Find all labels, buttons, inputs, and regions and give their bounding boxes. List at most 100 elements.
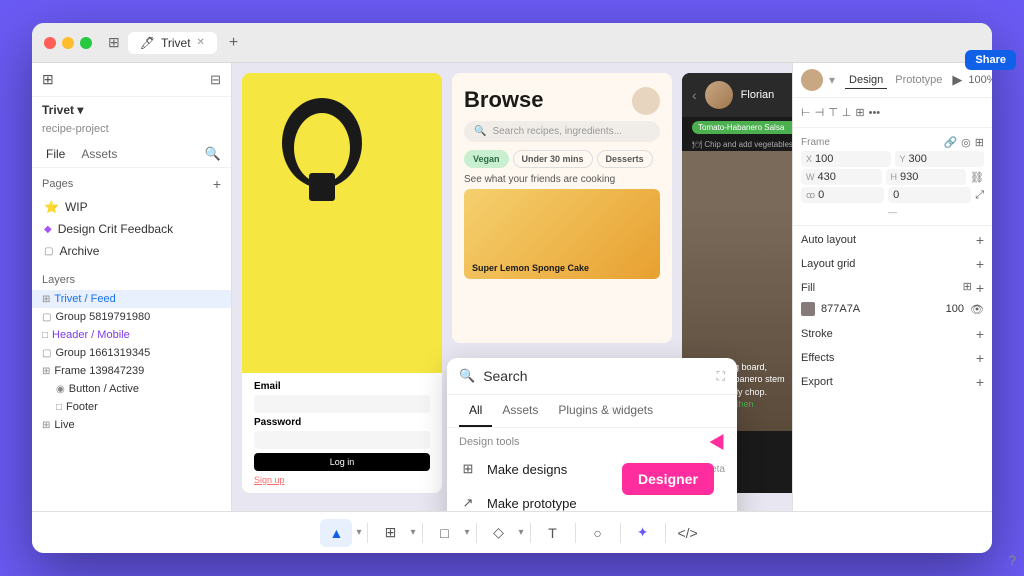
clip-icon[interactable]: ◎	[961, 136, 971, 149]
layer-button[interactable]: ◉ Button / Active	[32, 380, 231, 398]
add-effects-icon[interactable]: +	[976, 350, 984, 366]
group-icon: ▢	[42, 312, 51, 323]
more-icon[interactable]: •••	[869, 107, 881, 119]
fill-opacity[interactable]: 100	[946, 303, 964, 315]
add-stroke-icon[interactable]: +	[976, 326, 984, 342]
user-dropdown-icon[interactable]: ▾	[829, 73, 835, 87]
tool-select[interactable]: ▲	[320, 519, 352, 547]
page-item-wip[interactable]: ⭐ WIP	[38, 196, 225, 218]
tool-rect[interactable]: □	[429, 519, 461, 547]
share-button[interactable]: Share	[965, 63, 992, 70]
add-auto-layout-icon[interactable]: +	[976, 232, 984, 248]
search-text[interactable]: Search	[483, 368, 708, 384]
layer-label-live: Live	[54, 419, 74, 431]
traffic-lights	[44, 37, 92, 49]
browse-search[interactable]: 🔍 Search recipes, ingredients...	[464, 121, 660, 142]
new-tab-button[interactable]: +	[229, 34, 238, 52]
browser-tab[interactable]: 🖊 Trivet ✕	[128, 32, 217, 54]
layer-live[interactable]: ⊞ Live	[32, 416, 231, 434]
back-arrow-icon[interactable]: ‹	[692, 87, 697, 103]
x-input[interactable]: X 100	[801, 151, 891, 167]
email-input[interactable]	[254, 395, 430, 413]
password-input[interactable]	[254, 431, 430, 449]
login-button[interactable]: Log in	[254, 453, 430, 471]
close-button[interactable]	[44, 37, 56, 49]
frame-title-row: Frame 🔗 ◎ ⊞	[801, 136, 984, 149]
fill-color-swatch[interactable]	[801, 302, 815, 316]
fill-hex[interactable]: 877A7A	[821, 303, 940, 315]
collapse-icon[interactable]: ⊟	[210, 72, 221, 88]
separator-7	[665, 523, 666, 543]
group-icon-2: ▢	[42, 348, 51, 359]
r-input[interactable]: ꝏ 0	[801, 187, 884, 203]
play-icon[interactable]: ▶	[952, 72, 962, 88]
tool-text[interactable]: T	[537, 519, 569, 547]
canvas-area[interactable]: Join the world's largest community-power…	[232, 63, 792, 511]
signup-link[interactable]: Sign up	[254, 475, 430, 485]
frame-dropdown[interactable]: ▾	[410, 527, 415, 538]
filter-tab-plugins[interactable]: Plugins & widgets	[548, 395, 663, 427]
tool-vector[interactable]: ◇	[483, 519, 515, 547]
page-label-archive: Archive	[59, 244, 99, 258]
tab-assets[interactable]: Assets	[77, 145, 121, 163]
tool-frame[interactable]: ⊞	[374, 519, 406, 547]
h-input[interactable]: H 930	[886, 169, 967, 185]
maximize-button[interactable]	[80, 37, 92, 49]
align-top-icon[interactable]: ⊥	[842, 106, 852, 119]
tab-close-icon[interactable]: ✕	[197, 37, 205, 48]
tag-under30[interactable]: Under 30 mins	[513, 150, 593, 168]
page-item-design-crit[interactable]: ◆ Design Crit Feedback	[38, 218, 225, 240]
align-center-h-icon[interactable]: ⊣	[815, 106, 825, 119]
layer-trivet-feed[interactable]: ⊞ Trivet / Feed	[32, 290, 231, 308]
angle-input[interactable]: 0	[888, 187, 971, 203]
rect-dropdown[interactable]: ▾	[465, 527, 470, 538]
align-center-v-icon[interactable]: ⊞	[855, 106, 864, 119]
email-section: Email Password Log in Sign up	[242, 373, 442, 493]
page-item-archive[interactable]: ▢ Archive	[38, 240, 225, 262]
fill-label: Fill	[801, 282, 815, 294]
layer-header-mobile[interactable]: □ Header / Mobile	[32, 326, 231, 344]
tag-desserts[interactable]: Desserts	[597, 150, 653, 168]
layer-footer[interactable]: □ Footer	[32, 398, 231, 416]
lock-ratio-icon[interactable]: ⛓	[970, 171, 984, 184]
tab-file[interactable]: File	[42, 145, 69, 163]
filter-tab-assets[interactable]: Assets	[492, 395, 548, 427]
vector-dropdown[interactable]: ▾	[519, 527, 524, 538]
filter-tab-all[interactable]: All	[459, 395, 492, 427]
y-value: 300	[909, 153, 927, 165]
layer-group-2[interactable]: ▢ Group 1661319345	[32, 344, 231, 362]
eye-icon[interactable]: 👁	[970, 303, 984, 316]
tool-code[interactable]: </>	[672, 519, 704, 547]
fill-grid-icon[interactable]: ⊞	[963, 280, 972, 296]
add-fill-icon[interactable]: +	[976, 280, 984, 296]
tab-prototype[interactable]: Prototype	[891, 72, 946, 89]
align-right-icon[interactable]: ⊤	[828, 106, 838, 119]
tool-ellipse[interactable]: ○	[582, 519, 614, 547]
add-layout-grid-icon[interactable]: +	[976, 256, 984, 272]
h-value: 930	[900, 171, 918, 183]
angle-value: 0	[893, 189, 899, 201]
w-input[interactable]: W 430	[801, 169, 882, 185]
add-export-icon[interactable]: +	[976, 374, 984, 390]
select-dropdown[interactable]: ▾	[356, 527, 361, 538]
tab-design[interactable]: Design	[845, 72, 887, 89]
fullscreen-resize-icon[interactable]: ⤢	[975, 189, 984, 202]
fullscreen-icon[interactable]: ⛶	[717, 369, 725, 384]
search-icon[interactable]: 🔍	[205, 146, 221, 162]
y-input[interactable]: Y 300	[895, 151, 985, 167]
tool-sparkle[interactable]: ✦	[627, 519, 659, 547]
layer-group-1[interactable]: ▢ Group 5819791980	[32, 308, 231, 326]
tag-vegan[interactable]: Vegan	[464, 150, 509, 168]
wh-row: W 430 H 930 ⛓	[801, 169, 984, 185]
add-page-icon[interactable]: +	[213, 176, 221, 192]
zoom-label[interactable]: 100%	[968, 74, 992, 86]
align-left-icon[interactable]: ⊢	[801, 106, 811, 119]
layer-frame[interactable]: ⊞ Frame 139847239	[32, 362, 231, 380]
expand-icon[interactable]: ⊞	[975, 136, 984, 149]
project-name[interactable]: Trivet ▾	[32, 97, 231, 123]
layers-section: Layers ⊞ Trivet / Feed ▢ Group 581979198…	[32, 266, 231, 434]
link-icon[interactable]: 🔗	[943, 136, 957, 149]
design-tools-label: Design tools	[447, 428, 737, 452]
make-designs-icon: ⊞	[459, 460, 477, 478]
minimize-button[interactable]	[62, 37, 74, 49]
